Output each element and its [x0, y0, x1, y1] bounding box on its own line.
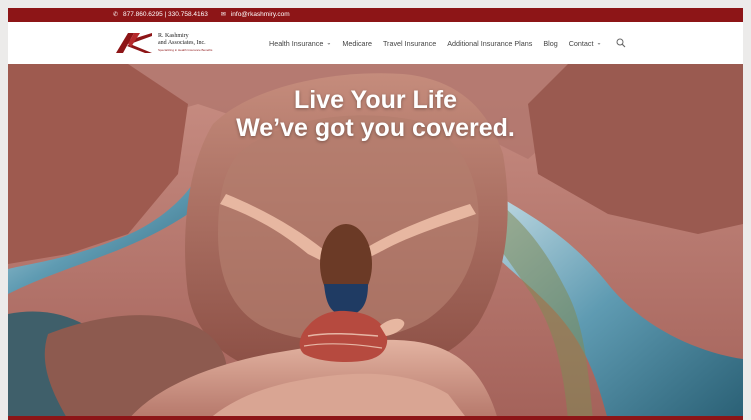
- chevron-down-icon: ⌄: [326, 40, 332, 46]
- browser-frame: ✆ 877.860.6295 | 330.758.4163 ✉ info@rka…: [8, 8, 743, 420]
- site-logo[interactable]: R. Kashmiry and Associates, Inc. Special…: [114, 30, 218, 58]
- nav-label: Blog: [543, 38, 558, 48]
- envelope-icon: ✉: [220, 12, 226, 18]
- nav-label: Contact: [568, 38, 594, 48]
- hero-headline-line2: We’ve got you covered.: [236, 114, 515, 142]
- bottom-accent-bar: [8, 416, 743, 420]
- nav-item-additional-insurance-plans[interactable]: Additional Insurance Plans: [447, 39, 532, 48]
- search-icon[interactable]: [616, 38, 626, 48]
- hero-banner: Live Your Life We’ve got you covered.: [8, 64, 743, 420]
- contact-info: ✆ 877.860.6295 | 330.758.4163 ✉ info@rka…: [112, 8, 290, 22]
- logo-name-line2: and Associates, Inc.: [158, 40, 206, 46]
- hero-headline-line1: Live Your Life: [293, 86, 457, 114]
- phone-numbers[interactable]: 877.860.6295 | 330.758.4163: [123, 8, 208, 22]
- nav-label: Travel Insurance: [382, 38, 437, 48]
- nav-item-travel-insurance[interactable]: Travel Insurance: [383, 39, 436, 48]
- site-header: R. Kashmiry and Associates, Inc. Special…: [8, 22, 743, 76]
- main-navigation: Health Insurance ⌄ Medicare Travel Insur…: [269, 36, 626, 50]
- nav-item-health-insurance[interactable]: Health Insurance ⌄: [269, 39, 331, 48]
- logo-mark: [116, 33, 152, 53]
- nav-item-contact[interactable]: Contact ⌄: [569, 39, 602, 48]
- email-link[interactable]: info@rkashmiry.com: [231, 8, 290, 22]
- nav-label: Health Insurance: [269, 38, 324, 48]
- chevron-down-icon: ⌄: [596, 40, 602, 46]
- nav-item-medicare[interactable]: Medicare: [342, 39, 372, 48]
- phone-icon: ✆: [112, 12, 119, 18]
- nav-item-blog[interactable]: Blog: [543, 39, 557, 48]
- top-contact-bar: ✆ 877.860.6295 | 330.758.4163 ✉ info@rka…: [8, 8, 743, 22]
- nav-label: Medicare: [342, 38, 372, 48]
- nav-label: Additional Insurance Plans: [447, 38, 533, 48]
- logo-tagline: Specializing in Health Insurance Benefit…: [158, 48, 213, 52]
- logo-name-line1: R. Kashmiry: [158, 33, 189, 39]
